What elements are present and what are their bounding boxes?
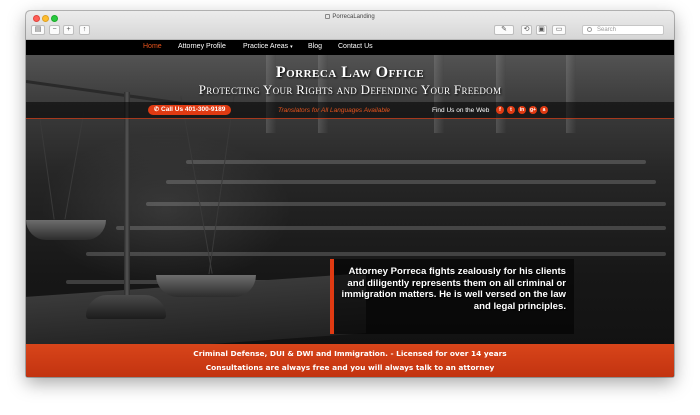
web-page: Home Attorney Profile Practice Areas ▾ B… [26,40,674,377]
twitter-icon[interactable]: t [507,106,515,114]
site-tagline: Protecting Your Rights and Defending You… [198,82,502,97]
services-line: Criminal Defense, DUI & DWI and Immigrat… [193,349,507,358]
intro-quote-text: Attorney Porreca fights zealously for hi… [341,266,566,312]
phone-icon: ✆ [154,107,160,113]
call-us-button[interactable]: ✆ Call Us 401-300-9189 [148,105,232,115]
site-title: Porreca Law Office [275,64,425,81]
scale-chain [208,95,235,275]
tab-title: PorrecaLanding [26,14,674,20]
scale-chain [180,96,213,274]
translators-note: Translators for All Languages Available [278,107,391,114]
nav-blog-link[interactable]: Blog [308,43,322,50]
divider [26,118,674,119]
sidebar-toggle-button[interactable]: ▤ [31,25,45,35]
nav-practice-areas-label: Practice Areas [243,43,289,50]
page-icon [325,14,331,19]
find-us-label: Find Us on the Web [432,107,490,114]
intro-quote-box: Attorney Porreca fights zealously for hi… [330,259,574,334]
rotate-button[interactable]: ⟲ [521,25,532,35]
scale-chain [64,110,85,220]
zoom-out-button[interactable]: − [49,25,60,35]
nav-practice-areas-link[interactable]: Practice Areas ▾ [243,43,293,50]
browser-window: PorrecaLanding ▤ − + ↑ ✎ ⟲ ▣ ▭ Search Ho… [26,11,674,377]
call-us-label: Call Us 401-300-9189 [161,106,226,113]
search-icon [587,27,592,32]
linkedin-icon[interactable]: in [518,106,526,114]
facebook-icon[interactable]: f [496,106,504,114]
scale-base [86,295,166,319]
toolbox-button[interactable]: ▣ [536,25,547,35]
contact-bar: ✆ Call Us 401-300-9189 Translators for Al… [26,102,674,118]
services-banner: Criminal Defense, DUI & DWI and Immigrat… [26,344,674,377]
bench-row [146,202,666,206]
scale-post [124,92,130,307]
annotate-button[interactable]: ✎ [494,25,514,35]
bench-row [86,252,666,256]
nav-home-link[interactable]: Home [143,43,162,50]
consultation-line: Consultations are always free and you wi… [205,363,495,372]
chevron-down-icon: ▾ [290,44,293,50]
bench-row [166,180,656,184]
search-placeholder: Search [597,27,617,33]
zoom-in-button[interactable]: + [63,25,74,35]
search-field[interactable]: Search [582,25,664,35]
google-plus-icon[interactable]: g+ [529,106,537,114]
share-button[interactable]: ↑ [79,25,90,35]
tab-title-text: PorrecaLanding [332,14,375,21]
nav-contact-us-link[interactable]: Contact Us [338,43,373,50]
scale-chain [38,110,55,220]
main-nav: Home Attorney Profile Practice Areas ▾ B… [26,40,674,55]
bench-row [186,160,646,164]
scale-pan-left [26,220,106,240]
send-button[interactable]: ▭ [552,25,566,35]
nav-attorney-profile-link[interactable]: Attorney Profile [178,43,226,50]
bench-row [116,226,666,230]
browser-toolbar: PorrecaLanding ▤ − + ↑ ✎ ⟲ ▣ ▭ Search [26,11,674,40]
avvo-icon[interactable]: a [540,106,548,114]
scale-pan-right [156,275,256,297]
